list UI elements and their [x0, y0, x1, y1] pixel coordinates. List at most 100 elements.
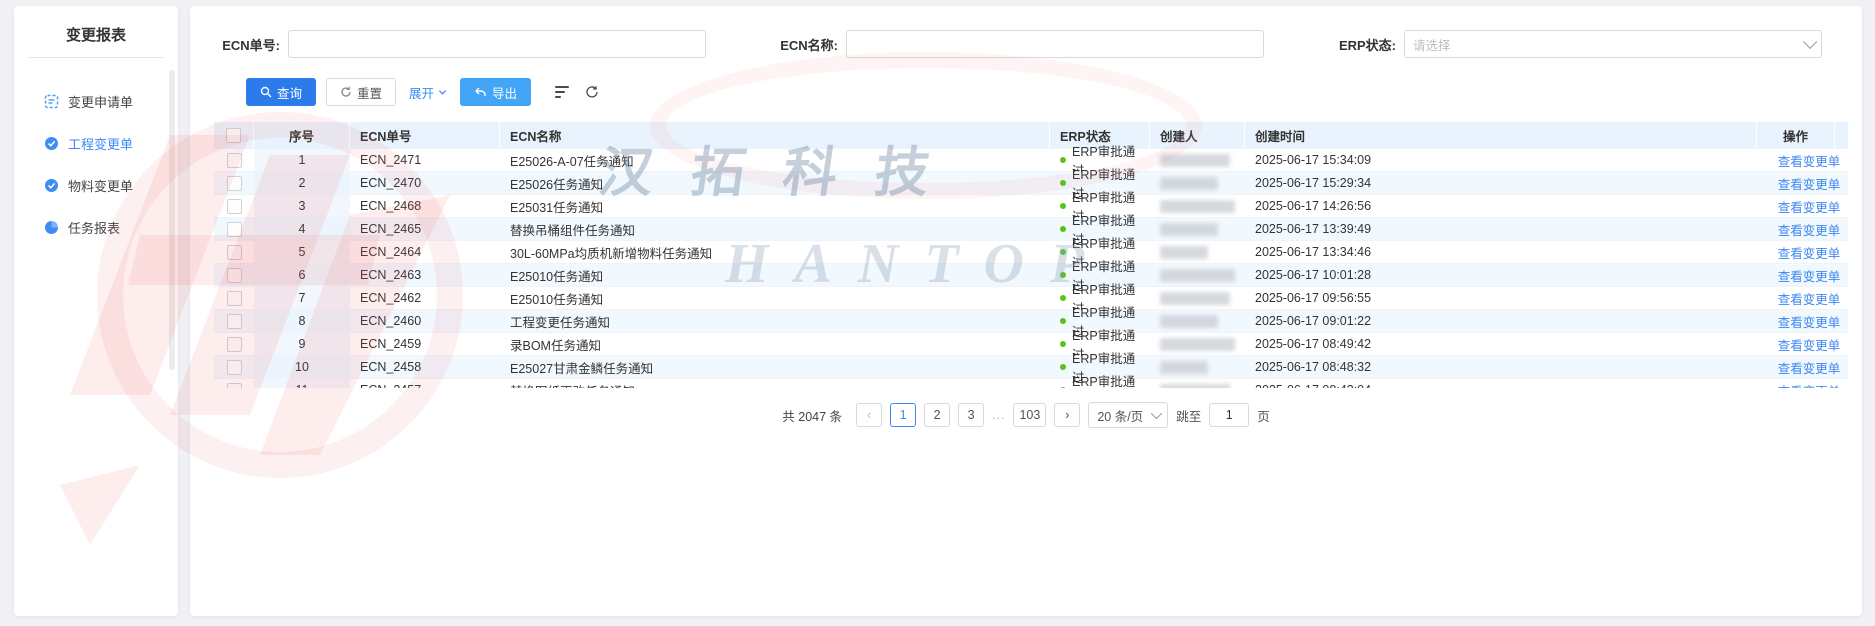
ecn-name: 替换图纸更改任务通知: [500, 379, 1050, 388]
view-change-order-link[interactable]: 查看变更单: [1778, 381, 1841, 389]
status-dot-icon: [1060, 180, 1066, 186]
row-index: 4: [254, 218, 350, 241]
row-checkbox[interactable]: [227, 383, 242, 389]
filter-ecn-no: ECN单号:: [208, 30, 706, 58]
expand-button[interactable]: 展开: [406, 78, 450, 106]
page-button-2[interactable]: 2: [924, 403, 950, 427]
page-size-select[interactable]: 20 条/页: [1088, 402, 1168, 428]
export-button[interactable]: 导出: [460, 78, 531, 106]
row-checkbox[interactable]: [227, 199, 242, 214]
page-ellipsis[interactable]: ...: [992, 408, 1005, 422]
query-button[interactable]: 查询: [246, 78, 316, 106]
table-row[interactable]: 7 ECN_2462 E25010任务通知 ERP审批通过 2025-06-17…: [214, 287, 1848, 310]
sidebar-item-任务报表[interactable]: 任务报表: [44, 206, 178, 248]
sidebar-item-工程变更单[interactable]: 工程变更单: [44, 122, 178, 164]
ecn-name: 30L-60MPa均质机新增物料任务通知: [500, 241, 1050, 264]
erp-status-select[interactable]: 请选择: [1404, 30, 1822, 58]
table-row[interactable]: 9 ECN_2459 录BOM任务通知 ERP审批通过 2025-06-17 0…: [214, 333, 1848, 356]
prev-page-button[interactable]: ‹: [856, 403, 882, 427]
table-row[interactable]: 5 ECN_2464 30L-60MPa均质机新增物料任务通知 ERP审批通过 …: [214, 241, 1848, 264]
creator-redacted: [1150, 287, 1245, 310]
ecn-number: ECN_2463: [350, 264, 500, 287]
table-row[interactable]: 3 ECN_2468 E25031任务通知 ERP审批通过 2025-06-17…: [214, 195, 1848, 218]
view-change-order-link[interactable]: 查看变更单: [1778, 358, 1841, 377]
status-dot-icon: [1060, 341, 1066, 347]
table-row[interactable]: 2 ECN_2470 E25026任务通知 ERP审批通过 2025-06-17…: [214, 172, 1848, 195]
row-checkbox[interactable]: [227, 222, 242, 237]
creator-redacted: [1150, 149, 1245, 172]
row-index: 10: [254, 356, 350, 379]
header-no: 序号: [254, 122, 350, 149]
page-button-1[interactable]: 1: [890, 403, 916, 427]
status-dot-icon: [1060, 226, 1066, 232]
row-checkbox[interactable]: [227, 360, 242, 375]
sidebar-item-变更申请单[interactable]: 变更申请单: [44, 80, 178, 122]
row-index: 3: [254, 195, 350, 218]
created-time: 2025-06-17 08:43:04: [1245, 379, 1770, 388]
sidebar-menu: 变更申请单 工程变更单 物料变更单 任务报表: [14, 58, 178, 248]
jump-page-input[interactable]: [1209, 403, 1249, 427]
erp-status-placeholder: 请选择: [1413, 35, 1451, 54]
sidebar-item-物料变更单[interactable]: 物料变更单: [44, 164, 178, 206]
row-index: 6: [254, 264, 350, 287]
status-dot-icon: [1060, 387, 1066, 388]
last-page-button[interactable]: 103: [1013, 403, 1046, 427]
total-count: 共 2047 条: [782, 406, 842, 425]
select-all-checkbox[interactable]: [226, 128, 241, 143]
table-row[interactable]: 8 ECN_2460 工程变更任务通知 ERP审批通过 2025-06-17 0…: [214, 310, 1848, 333]
filter-bar: ECN单号: ECN名称: ERP状态: 请选择: [208, 30, 1822, 58]
chevron-down-icon: [438, 88, 447, 97]
view-change-order-link[interactable]: 查看变更单: [1778, 335, 1841, 354]
next-page-button[interactable]: ›: [1054, 403, 1080, 427]
table-row[interactable]: 10 ECN_2458 E25027甘肃金鳞任务通知 ERP审批通过 2025-…: [214, 356, 1848, 379]
table-row[interactable]: 4 ECN_2465 替换吊桶组件任务通知 ERP审批通过 2025-06-17…: [214, 218, 1848, 241]
row-checkbox[interactable]: [227, 153, 242, 168]
badge-check-icon: [44, 136, 59, 151]
ecn-name: E25010任务通知: [500, 264, 1050, 287]
view-change-order-link[interactable]: 查看变更单: [1778, 220, 1841, 239]
header-action: 操作: [1757, 122, 1835, 149]
row-checkbox[interactable]: [227, 176, 242, 191]
table-row[interactable]: 1 ECN_2471 E25026-A-07任务通知 ERP审批通过 2025-…: [214, 149, 1848, 172]
view-change-order-link[interactable]: 查看变更单: [1778, 174, 1841, 193]
row-checkbox[interactable]: [227, 245, 242, 260]
view-change-order-link[interactable]: 查看变更单: [1778, 289, 1841, 308]
reset-button[interactable]: 重置: [326, 78, 396, 106]
view-change-order-link[interactable]: 查看变更单: [1778, 197, 1841, 216]
row-checkbox[interactable]: [227, 291, 242, 306]
badge-check-icon: [44, 178, 59, 193]
table-row[interactable]: 11 ECN_2457 替换图纸更改任务通知 ERP审批通过 2025-06-1…: [214, 379, 1848, 388]
reload-icon[interactable]: [585, 85, 599, 99]
ecn-no-input[interactable]: [288, 30, 706, 58]
table-body: 1 ECN_2471 E25026-A-07任务通知 ERP审批通过 2025-…: [214, 149, 1848, 388]
table-header: 序号 ECN单号 ECN名称 ERP状态 创建人 创建时间 操作: [214, 122, 1848, 149]
view-change-order-link[interactable]: 查看变更单: [1778, 266, 1841, 285]
view-change-order-link[interactable]: 查看变更单: [1778, 243, 1841, 262]
table-row[interactable]: 6 ECN_2463 E25010任务通知 ERP审批通过 2025-06-17…: [214, 264, 1848, 287]
refresh-icon: [340, 86, 352, 98]
density-icon[interactable]: [555, 86, 569, 98]
toolbar: 查询 重置 展开 导出: [246, 78, 1862, 106]
row-checkbox[interactable]: [227, 268, 242, 283]
ecn-name: 录BOM任务通知: [500, 333, 1050, 356]
pagination: 共 2047 条 ‹ 123 ... 103 › 20 条/页 跳至 页: [190, 402, 1862, 428]
status-dot-icon: [1060, 272, 1066, 278]
view-change-order-link[interactable]: 查看变更单: [1778, 312, 1841, 331]
jump-label: 跳至: [1176, 406, 1201, 425]
chevron-down-icon: [1803, 35, 1817, 49]
status-dot-icon: [1060, 249, 1066, 255]
ecn-name: E25026任务通知: [500, 172, 1050, 195]
sidebar-scrollbar[interactable]: [169, 70, 175, 370]
row-checkbox[interactable]: [227, 314, 242, 329]
row-checkbox[interactable]: [227, 337, 242, 352]
ecn-name: 替换吊桶组件任务通知: [500, 218, 1050, 241]
row-index: 11: [254, 379, 350, 388]
search-icon: [260, 86, 272, 98]
row-index: 9: [254, 333, 350, 356]
creator-redacted: [1150, 310, 1245, 333]
creator-redacted: [1150, 356, 1245, 379]
page-button-3[interactable]: 3: [958, 403, 984, 427]
view-change-order-link[interactable]: 查看变更单: [1778, 151, 1841, 170]
created-time: 2025-06-17 13:34:46: [1245, 241, 1770, 264]
ecn-name-input[interactable]: [846, 30, 1264, 58]
